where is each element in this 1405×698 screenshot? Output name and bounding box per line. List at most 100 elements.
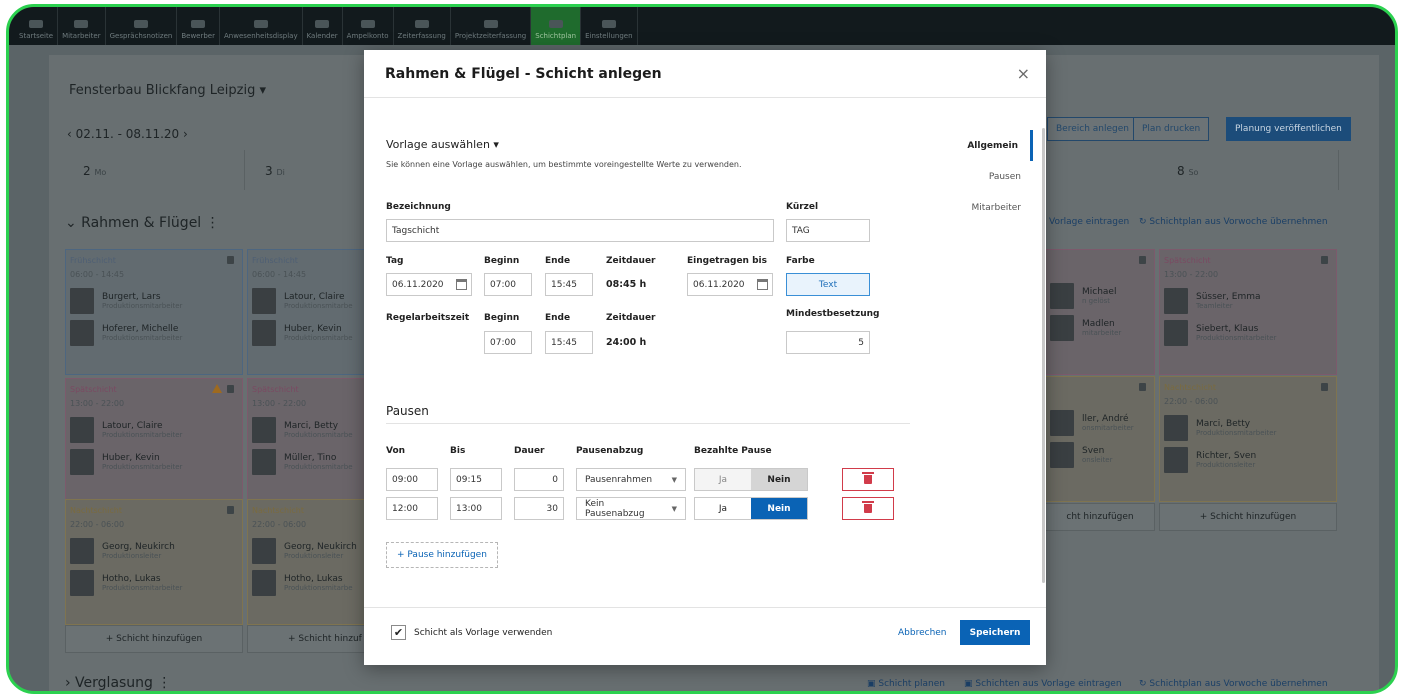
- nav-item-ampelkonto[interactable]: Ampelkonto: [343, 7, 394, 45]
- print-plan-button[interactable]: Plan drucken: [1133, 117, 1210, 141]
- avatar: [70, 288, 94, 314]
- save-button[interactable]: Speichern: [960, 620, 1030, 645]
- assigned-employee[interactable]: Georg, Neukirch Produktionsleiter: [70, 535, 238, 567]
- assigned-employee[interactable]: Madlen mitarbeiter: [1050, 312, 1150, 344]
- shift-card[interactable]: Nachtschicht 22:00 - 06:00 Georg, Neukirc…: [65, 499, 243, 625]
- reg-end-input[interactable]: 15:45: [545, 331, 593, 354]
- name-input[interactable]: Tagschicht: [386, 219, 774, 242]
- create-area-button[interactable]: Bereich anlegen: [1047, 117, 1138, 141]
- nav-item-zeiterfassung[interactable]: Zeiterfassung: [394, 7, 451, 45]
- shift-card[interactable]: ller, André onsmitarbeiter Sven onsleite…: [1045, 376, 1155, 502]
- shift-card[interactable]: Nachtschicht 22:00 - 06:00 Marci, Betty P…: [1159, 376, 1337, 502]
- assigned-employee[interactable]: Michael n gelöst: [1050, 280, 1150, 312]
- assigned-employee[interactable]: Hotho, Lukas Produktionsmitarbeiter: [70, 567, 238, 599]
- area-title-verglasung[interactable]: › Verglasung ⋮: [65, 675, 171, 691]
- close-icon[interactable]: ×: [1017, 64, 1030, 83]
- pause-to-input[interactable]: 09:15: [450, 468, 502, 491]
- avatar: [252, 288, 276, 314]
- nav-item-bewerber[interactable]: Bewerber: [177, 7, 220, 45]
- area-title-rahmen[interactable]: ⌄ Rahmen & Flügel ⋮: [65, 215, 220, 231]
- start-time-input[interactable]: 07:00: [484, 273, 532, 296]
- employee-role: Produktionsmitarbe: [284, 334, 353, 342]
- nav-icon: [548, 20, 563, 28]
- avatar: [1050, 410, 1074, 436]
- shift-card[interactable]: Spätschicht 13:00 - 22:00 Latour, Claire …: [65, 378, 243, 504]
- side-nav-pausen[interactable]: Pausen: [938, 161, 1033, 192]
- nav-item-kalender[interactable]: Kalender: [303, 7, 343, 45]
- nav-item-startseite[interactable]: Startseite: [15, 7, 59, 45]
- side-nav-allgemein[interactable]: Allgemein: [938, 130, 1033, 161]
- add-shift-button[interactable]: cht hinzufügen: [1045, 503, 1155, 531]
- assigned-employee[interactable]: Richter, Sven Produktionsleiter: [1164, 444, 1332, 476]
- pause-duration-input[interactable]: 0: [514, 468, 564, 491]
- pause-deduction-select[interactable]: Kein Pausenabzug ▼: [576, 497, 686, 520]
- nav-item-projektzeiterfassung[interactable]: Projektzeiterfassung: [451, 7, 532, 45]
- paid-yes-option[interactable]: Ja: [695, 469, 751, 490]
- paid-no-option[interactable]: Nein: [751, 498, 807, 519]
- min-staff-input[interactable]: 5: [786, 331, 870, 354]
- pause-to-input[interactable]: 13:00: [450, 497, 502, 520]
- paid-no-option[interactable]: Nein: [751, 469, 807, 490]
- shift-card[interactable]: Frühschicht 06:00 - 14:45 Burgert, Lars P…: [65, 249, 243, 375]
- pause-from-input[interactable]: 09:00: [386, 468, 438, 491]
- assigned-employee[interactable]: ller, André onsmitarbeiter: [1050, 407, 1150, 439]
- side-nav-mitarbeiter[interactable]: Mitarbeiter: [938, 192, 1033, 223]
- calendar-icon[interactable]: [456, 279, 467, 290]
- add-pause-button[interactable]: + Pause hinzufügen: [386, 542, 498, 568]
- delete-pause-button[interactable]: [842, 497, 894, 520]
- nav-item-gesprächsnotizen[interactable]: Gesprächsnotizen: [106, 7, 178, 45]
- short-input[interactable]: TAG: [786, 219, 870, 242]
- nav-item-label: Kalender: [306, 32, 338, 40]
- pause-from-input[interactable]: 12:00: [386, 497, 438, 520]
- day-header-sun: 8 So: [1159, 150, 1339, 190]
- nav-item-schichtplan[interactable]: Schichtplan: [531, 7, 582, 45]
- delete-pause-button[interactable]: [842, 468, 894, 491]
- employee-name: Marci, Betty: [1196, 419, 1251, 429]
- assigned-employee[interactable]: Siebert, Klaus Produktionsmitarbeiter: [1164, 317, 1332, 349]
- entered-until-input[interactable]: 06.11.2020: [687, 273, 773, 296]
- nav-item-label: Anwesenheitsdisplay: [224, 32, 298, 40]
- nav-item-label: Mitarbeiter: [62, 32, 101, 40]
- assigned-employee[interactable]: Burgert, Lars Produktionsmitarbeiter: [70, 285, 238, 317]
- week-navigator[interactable]: ‹ 02.11. - 08.11.20 ›: [67, 127, 188, 141]
- pause-deduction-select[interactable]: Pausenrahmen ▼: [576, 468, 686, 491]
- calendar-icon[interactable]: [757, 279, 768, 290]
- pausen-heading: Pausen: [386, 404, 429, 418]
- reg-end-label: Ende: [545, 313, 571, 323]
- day-date-input[interactable]: 06.11.2020: [386, 273, 472, 296]
- cancel-button[interactable]: Abbrechen: [898, 628, 947, 638]
- pause-duration-input[interactable]: 30: [514, 497, 564, 520]
- assigned-employee[interactable]: Huber, Kevin Produktionsmitarbeiter: [70, 446, 238, 478]
- add-shift-button[interactable]: + Schicht hinzufügen: [1159, 503, 1337, 531]
- assigned-employee[interactable]: Hoferer, Michelle Produktionsmitarbeiter: [70, 317, 238, 349]
- template-link[interactable]: Vorlage eintragen: [1049, 217, 1129, 227]
- nav-item-mitarbeiter[interactable]: Mitarbeiter: [58, 7, 106, 45]
- use-as-template-checkbox[interactable]: ✔: [391, 625, 406, 640]
- add-shift-button[interactable]: + Schicht hinzuf: [247, 625, 367, 653]
- assigned-employee[interactable]: Sven onsleiter: [1050, 439, 1150, 471]
- copy-previous-week-link[interactable]: ↻ Schichtplan aus Vorwoche übernehmen: [1139, 679, 1328, 689]
- shift-card[interactable]: Michael n gelöst Madlen mitarbeiter: [1045, 249, 1155, 375]
- company-selector[interactable]: Fensterbau Blickfang Leipzig ▾: [69, 83, 266, 98]
- nav-item-einstellungen[interactable]: Einstellungen: [581, 7, 638, 45]
- publish-plan-button[interactable]: Planung veröffentlichen: [1226, 117, 1351, 141]
- plan-shift-link[interactable]: ▣ Schicht planen: [867, 679, 945, 689]
- assigned-employee[interactable]: Latour, Claire Produktionsmitarbeiter: [70, 414, 238, 446]
- color-picker-button[interactable]: Text: [786, 273, 870, 296]
- dialog-title: Rahmen & Flügel - Schicht anlegen: [385, 65, 662, 82]
- add-shift-button[interactable]: + Schicht hinzufügen: [65, 625, 243, 653]
- assigned-employee[interactable]: Süsser, Emma Teamleiter: [1164, 285, 1332, 317]
- reg-start-input[interactable]: 07:00: [484, 331, 532, 354]
- shifts-from-template-link[interactable]: ▣ Schichten aus Vorlage eintragen: [964, 679, 1122, 689]
- shift-card[interactable]: Spätschicht 13:00 - 22:00 Süsser, Emma Te…: [1159, 249, 1337, 375]
- assigned-employee[interactable]: Marci, Betty Produktionsmitarbeiter: [1164, 412, 1332, 444]
- template-hint: Sie können eine Vorlage auswählen, um be…: [386, 160, 742, 169]
- dialog-scrollbar[interactable]: [1042, 128, 1045, 583]
- end-time-input[interactable]: 15:45: [545, 273, 593, 296]
- paid-yes-option[interactable]: Ja: [695, 498, 751, 519]
- reg-start-label: Beginn: [484, 313, 520, 323]
- nav-item-anwesenheitsdisplay[interactable]: Anwesenheitsdisplay: [220, 7, 303, 45]
- copy-previous-week-link[interactable]: ↻ Schichtplan aus Vorwoche übernehmen: [1139, 217, 1328, 227]
- template-select[interactable]: Vorlage auswählen ▾: [386, 138, 499, 151]
- day-number: 2: [83, 164, 91, 178]
